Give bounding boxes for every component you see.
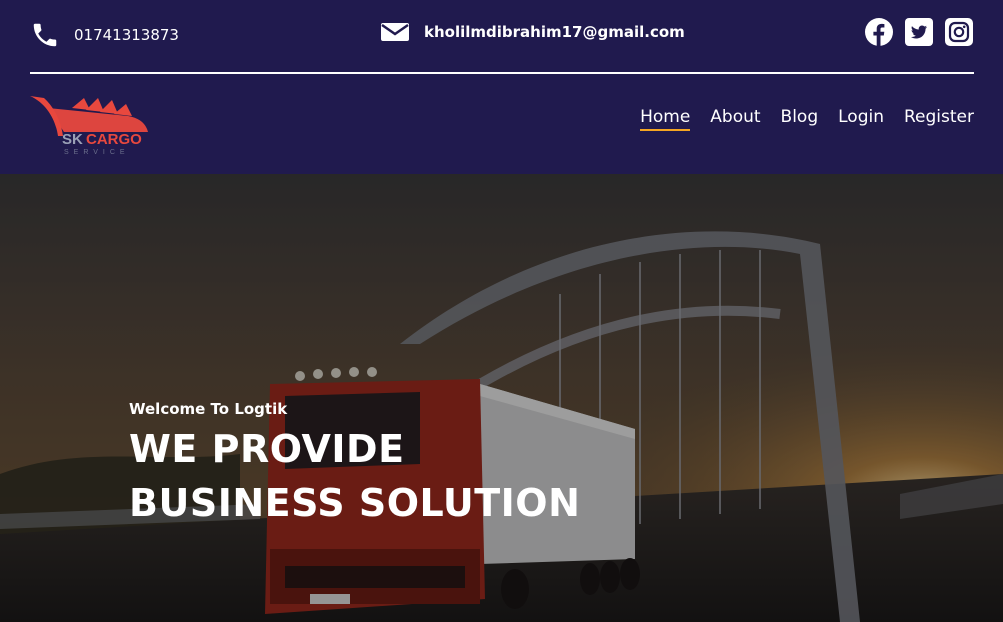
sk-cargo-logo[interactable]: SK CARGO SERVICE <box>28 94 158 156</box>
logo-sk-text: SK <box>62 131 83 148</box>
hero-background-image <box>0 174 1003 622</box>
instagram-icon[interactable] <box>945 18 973 46</box>
nav-blog[interactable]: Blog <box>781 107 819 131</box>
social-links <box>865 18 973 46</box>
nav-register[interactable]: Register <box>904 107 974 131</box>
logo-cargo-text: CARGO <box>86 131 142 148</box>
phone-contact[interactable]: 01741313873 <box>30 20 179 50</box>
email-contact[interactable]: kholilmdibrahim17@gmail.com <box>380 20 685 44</box>
top-contact-bar: 01741313873 kholilmdibrahim17@gmail.com <box>0 0 1003 72</box>
main-navbar: SK CARGO SERVICE Home About Blog Login R… <box>0 74 1003 174</box>
nav-home[interactable]: Home <box>640 107 691 131</box>
hero-welcome: Welcome To Logtik <box>129 400 288 418</box>
nav-login[interactable]: Login <box>838 107 884 131</box>
phone-icon <box>33 23 57 47</box>
facebook-icon[interactable] <box>865 18 893 46</box>
twitter-icon[interactable] <box>905 18 933 46</box>
hero-banner: Welcome To Logtik WE PROVIDE BUSINESS SO… <box>0 174 1003 622</box>
envelope-icon <box>381 23 409 41</box>
hero-headline-line2: BUSINESS SOLUTION <box>129 481 581 525</box>
logo-tagline: SERVICE <box>64 149 130 156</box>
hero-headline: WE PROVIDE BUSINESS SOLUTION <box>129 422 580 530</box>
phone-number: 01741313873 <box>74 26 179 44</box>
hero-text-block: Welcome To Logtik WE PROVIDE BUSINESS SO… <box>129 400 580 530</box>
main-nav: Home About Blog Login Register <box>640 107 974 131</box>
nav-about[interactable]: About <box>710 107 760 131</box>
email-address: kholilmdibrahim17@gmail.com <box>424 23 685 41</box>
hero-headline-line1: WE PROVIDE <box>129 427 405 471</box>
